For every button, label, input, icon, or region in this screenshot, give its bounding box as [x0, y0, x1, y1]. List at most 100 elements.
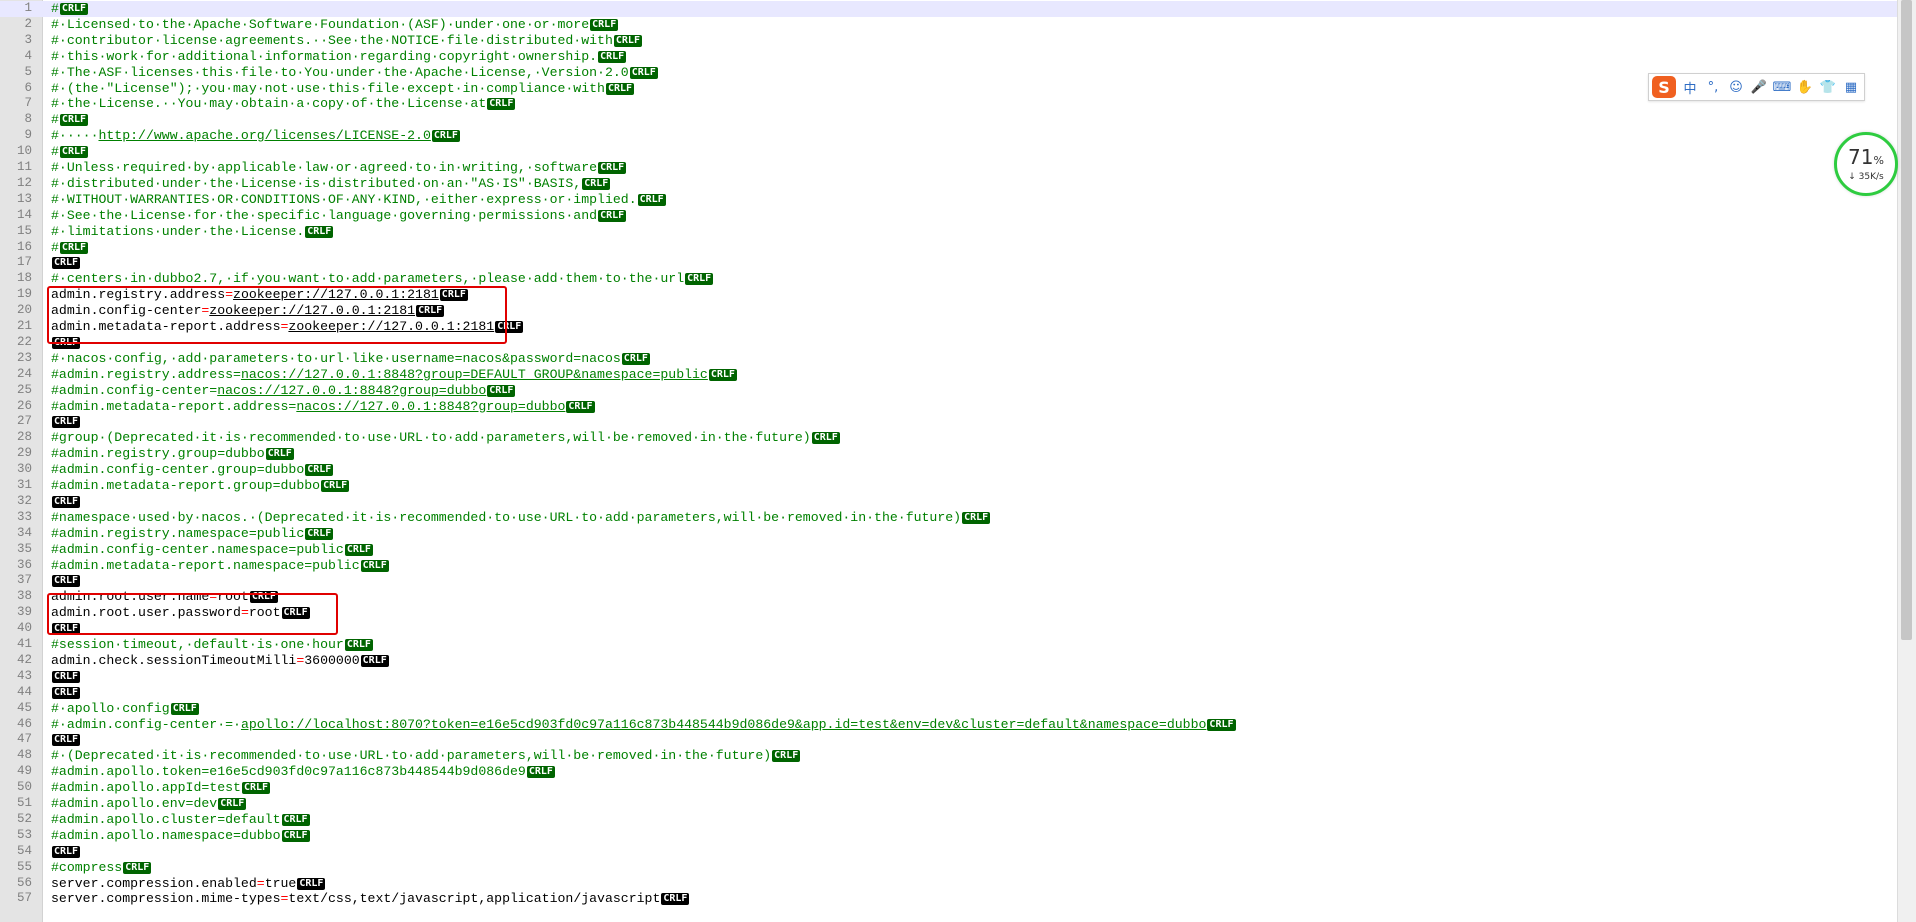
editor-line[interactable]: 28 #group·(Deprecated·it·is·recommended·t…	[0, 430, 1898, 446]
crlf-marker: CRLF	[613, 34, 642, 47]
editor-line[interactable]: 36 #admin.metadata-report.namespace=publi…	[0, 558, 1898, 574]
editor-line[interactable]: 51 #admin.apollo.env=dev CRLF	[0, 796, 1898, 812]
editor-line[interactable]: 54 CRLF	[0, 844, 1898, 860]
editor-line[interactable]: 38 admin.root.user.name=root CRLF	[0, 589, 1898, 605]
editor-line[interactable]: 21 admin.metadata-report.address=zookeepe…	[0, 319, 1898, 335]
line-code: #session·timeout,·default·is·one·hour CRL…	[51, 637, 373, 653]
editor-line[interactable]: 49 #admin.apollo.token=e16e5cd903fd0c97a1…	[0, 764, 1898, 780]
editor-line[interactable]: 26 #admin.metadata-report.address=nacos:/…	[0, 399, 1898, 415]
editor-line[interactable]: 19 admin.registry.address=zookeeper://127…	[0, 287, 1898, 303]
editor-text-area[interactable]: 1 # CRLF 2 #·Licensed·to·the·Apache·Software…	[0, 0, 1898, 922]
editor-line[interactable]: 41 #session·timeout,·default·is·one·hour C…	[0, 637, 1898, 653]
editor-line[interactable]: 35 #admin.config-center.namespace=public C…	[0, 542, 1898, 558]
editor-line[interactable]: 43 CRLF	[0, 669, 1898, 685]
editor-line[interactable]: 14 #·See·the·License·for·the·specific·lan…	[0, 208, 1898, 224]
line-number: 53	[16, 827, 32, 842]
toolbox-icon[interactable]: ▦	[1842, 78, 1860, 96]
editor-line[interactable]: 22 CRLF	[0, 335, 1898, 351]
editor-line[interactable]: 25 #admin.config-center=nacos://127.0.0.1…	[0, 383, 1898, 399]
punctuation-icon[interactable]: °,	[1704, 78, 1722, 96]
editor-line[interactable]: 1 # CRLF	[0, 1, 1898, 17]
ime-toolbar[interactable]: S 中 °, ☺ 🎤 ⌨ ✋ 👕 ▦	[1648, 73, 1865, 101]
crlf-marker: CRLF	[487, 98, 516, 111]
editor-line[interactable]: 24 #admin.registry.address=nacos://127.0.…	[0, 367, 1898, 383]
scrollbar-thumb[interactable]	[1901, 0, 1912, 640]
code-token: #·distributed·under·the·License·is·distr…	[51, 175, 582, 191]
editor-line[interactable]: 3 #·contributor·license·agreements.··See·…	[0, 33, 1898, 49]
editor-line[interactable]: 52 #admin.apollo.cluster=default CRLF	[0, 812, 1898, 828]
editor-line[interactable]: 37 CRLF	[0, 573, 1898, 589]
line-code: #compress CRLF	[51, 859, 152, 876]
line-number: 40	[16, 621, 32, 636]
line-number: 8	[24, 112, 32, 127]
line-code: #·this·work·for·additional·information·r…	[51, 49, 627, 65]
editor-line[interactable]: 30 #admin.config-center.group=dubbo CRLF	[0, 462, 1898, 478]
editor-line[interactable]: 23 #·nacos·config,·add·parameters·to·url·…	[0, 351, 1898, 367]
editor-line[interactable]: 13 #·WITHOUT·WARRANTIES·OR·CONDITIONS·OF·…	[0, 192, 1898, 208]
crlf-marker: CRLF	[59, 146, 89, 159]
editor-line[interactable]: 20 admin.config-center=zookeeper://127.0.…	[0, 303, 1898, 319]
skin-icon[interactable]: 👕	[1819, 78, 1837, 96]
editor-line[interactable]: 39 admin.root.user.password=root CRLF	[0, 605, 1898, 621]
code-token: #admin.metadata-report.group=dubbo	[51, 478, 321, 493]
line-number: 9	[24, 128, 32, 143]
editor-line[interactable]: 48 #·(Deprecated·it·is·recommended·to·use…	[0, 748, 1898, 764]
editor-line[interactable]: 45 #·apollo·config CRLF	[0, 701, 1898, 717]
editor-line[interactable]: 2 #·Licensed·to·the·Apache·Software·Found…	[0, 17, 1898, 33]
voice-input-icon[interactable]: 🎤	[1750, 78, 1768, 96]
line-code: #·apollo·config CRLF	[51, 701, 199, 717]
editor-line[interactable]: 9 #·····http://www.apache.org/licenses/LI…	[0, 128, 1898, 144]
editor-line[interactable]: 8 # CRLF	[0, 112, 1898, 128]
editor-line[interactable]: 6 #·(the·"License");·you·may·not·use·this…	[0, 81, 1898, 97]
keyboard-icon[interactable]: ⌨	[1773, 78, 1792, 96]
editor-line[interactable]: 16 # CRLF	[0, 240, 1898, 256]
editor-line[interactable]: 50 #admin.apollo.appId=test CRLF	[0, 780, 1898, 796]
crlf-marker: CRLF	[590, 18, 619, 31]
editor-line[interactable]: 44 CRLF	[0, 685, 1898, 701]
editor-line[interactable]: 57 server.compression.mime-types=text/css…	[0, 891, 1898, 907]
line-number: 18	[16, 271, 32, 286]
chinese-mode-icon[interactable]: 中	[1681, 78, 1699, 97]
vertical-scrollbar[interactable]	[1897, 0, 1916, 922]
code-token: #admin.metadata-report.namespace=public	[51, 557, 360, 573]
editor-line[interactable]: 15 #·limitations·under·the·License. CRLF	[0, 224, 1898, 240]
editor-line[interactable]: 18 #·centers·in·dubbo2.7,·if·you·want·to·…	[0, 271, 1898, 287]
editor-line[interactable]: 17 CRLF	[0, 255, 1898, 271]
emoji-icon[interactable]: ☺	[1727, 78, 1745, 96]
line-code: #·the·License.··You·may·obtain·a·copy·of…	[51, 96, 516, 112]
editor-line[interactable]: 32 CRLF	[0, 494, 1898, 510]
editor-line[interactable]: 7 #·the·License.··You·may·obtain·a·copy·o…	[0, 96, 1898, 112]
crlf-marker: CRLF	[598, 50, 627, 63]
line-code: #·The·ASF·licenses·this·file·to·You·unde…	[51, 65, 658, 81]
editor-line[interactable]: 4 #·this·work·for·additional·information·…	[0, 49, 1898, 65]
handwriting-icon[interactable]: ✋	[1796, 78, 1814, 96]
editor-line[interactable]: 40 CRLF	[0, 621, 1898, 637]
editor-line[interactable]: 47 CRLF	[0, 732, 1898, 748]
text-editor[interactable]: 1 # CRLF 2 #·Licensed·to·the·Apache·Software…	[0, 0, 1898, 922]
editor-line[interactable]: 29 #admin.registry.group=dubbo CRLF	[0, 446, 1898, 462]
sogou-logo-icon[interactable]: S	[1652, 76, 1676, 98]
editor-line[interactable]: 53 #admin.apollo.namespace=dubbo CRLF	[0, 828, 1898, 844]
code-token: #admin.apollo.appId=test	[51, 780, 241, 796]
editor-line[interactable]: 33 #namespace·used·by·nacos.·(Deprecated·…	[0, 510, 1898, 526]
editor-line[interactable]: 10 # CRLF	[0, 144, 1898, 160]
editor-line[interactable]: 5 #·The·ASF·licenses·this·file·to·You·und…	[0, 65, 1898, 81]
crlf-marker: CRLF	[962, 511, 991, 524]
network-speed-widget[interactable]: 71% ↓ 35K/s	[1834, 132, 1898, 196]
code-token: #·(the·"License");·you·may·not·use·this·…	[51, 80, 605, 96]
editor-line[interactable]: 56 server.compression.enabled=true CRLF	[0, 876, 1898, 892]
editor-line[interactable]: 55 #compress CRLF	[0, 860, 1898, 876]
line-number: 45	[16, 700, 32, 715]
editor-line[interactable]: 11 #·Unless·required·by·applicable·law·or…	[0, 160, 1898, 176]
code-token: #compress	[51, 859, 123, 875]
line-code: #admin.registry.address=nacos://127.0.0.…	[51, 367, 737, 383]
line-code: #admin.metadata-report.group=dubbo CRLF	[51, 478, 350, 494]
line-number: 43	[16, 668, 32, 683]
editor-line[interactable]: 12 #·distributed·under·the·License·is·dis…	[0, 176, 1898, 192]
line-number: 29	[16, 446, 32, 461]
editor-line[interactable]: 31 #admin.metadata-report.group=dubbo CRLF	[0, 478, 1898, 494]
editor-line[interactable]: 46 #·admin.config-center·=·apollo://local…	[0, 717, 1898, 733]
editor-line[interactable]: 34 #admin.registry.namespace=public CRLF	[0, 526, 1898, 542]
editor-line[interactable]: 27 CRLF	[0, 414, 1898, 430]
editor-line[interactable]: 42 admin.check.sessionTimeoutMilli=360000…	[0, 653, 1898, 669]
